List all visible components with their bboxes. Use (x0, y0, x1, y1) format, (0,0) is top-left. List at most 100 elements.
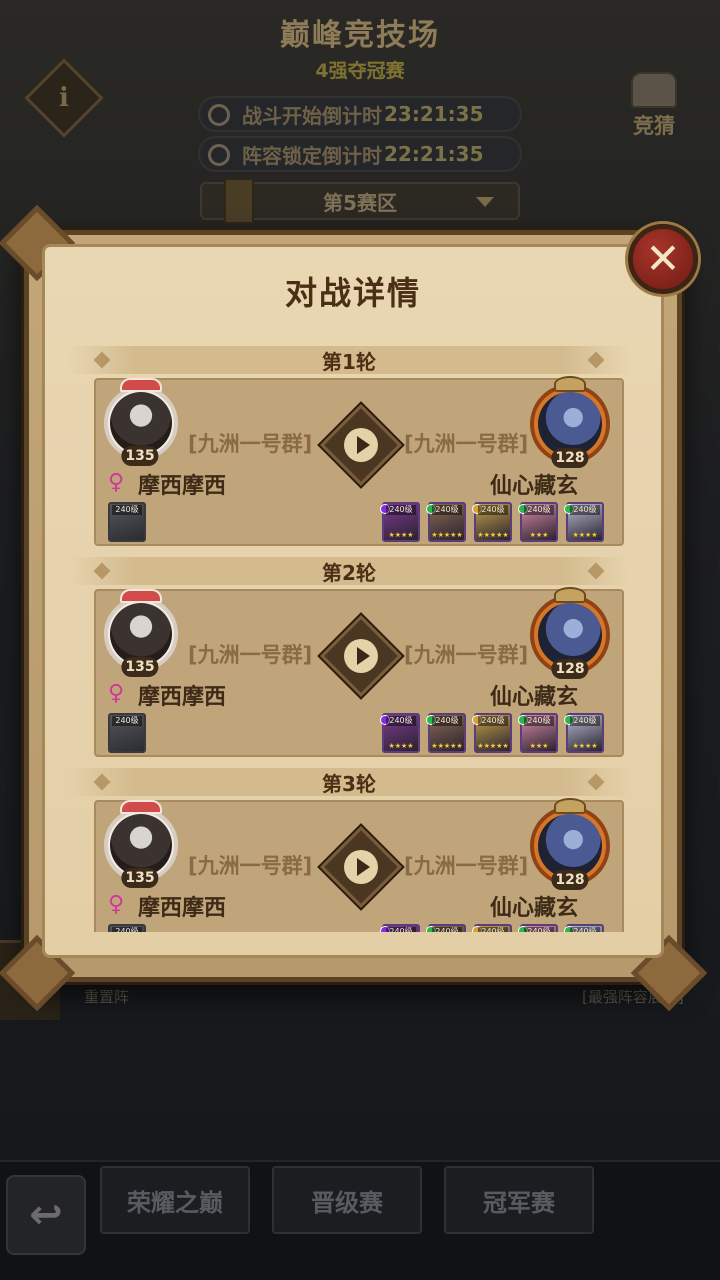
player-level: 128 (551, 659, 589, 679)
hero-stars: ★★★★★ (477, 531, 509, 539)
player-level: 135 (121, 446, 159, 466)
timer-label: 战斗开始倒计时 (242, 103, 382, 128)
timer-label: 阵容锁定倒计时 (242, 143, 382, 168)
round-label: 第1轮 (68, 346, 630, 374)
crown-icon (554, 587, 586, 603)
tab-promotion[interactable]: 晋级赛 (272, 1166, 422, 1234)
player-right-server: [九洲一号群] (404, 854, 529, 878)
player-left-name: 摩西摩西 (138, 474, 227, 499)
player-left-server: [九洲一号群] (188, 643, 313, 667)
guess-label: 竞猜 (633, 114, 675, 138)
hero-portrait[interactable]: 240级 ★★★★ (380, 713, 420, 753)
guess-button[interactable]: 竞猜 (616, 70, 692, 146)
back-button[interactable]: ↩ (6, 1175, 86, 1255)
pet-portrait[interactable]: 240级 (108, 713, 146, 753)
hero-portrait[interactable]: 240级 ★★★ (518, 924, 558, 932)
close-button[interactable]: ✕ (628, 224, 698, 294)
player-left-server: [九洲一号群] (188, 432, 313, 456)
round-section: 第2轮 135 [九洲一号群] [九洲一号群] 128 ♀ 摩西摩西 仙心藏玄 … (68, 551, 630, 762)
battle-start-timer: 战斗开始倒计时 23:21:35 (198, 96, 522, 132)
match-card: 135 [九洲一号群] [九洲一号群] 128 ♀ 摩西摩西 仙心藏玄 240级… (94, 798, 624, 932)
zone-select[interactable]: 第5赛区 (200, 178, 520, 224)
hero-stars: ★★★★★ (477, 742, 509, 750)
hero-portrait[interactable]: 240级 ★★★★ (564, 713, 604, 753)
hero-portrait[interactable]: 240级 ★★★★★ (426, 502, 466, 542)
hero-lineup: 240级 ★★★★ 240级 ★★★★★ 240级 ★★★★★ 240级 ★★★… (380, 924, 604, 932)
clock-icon (208, 144, 230, 166)
hero-stars: ★★★★★ (431, 531, 463, 539)
hero-portrait[interactable]: 240级 ★★★★ (564, 502, 604, 542)
play-icon (344, 428, 378, 462)
back-arrow-icon: ↩ (29, 1192, 63, 1238)
player-level: 128 (551, 448, 589, 468)
match-card: 135 [九洲一号群] [九洲一号群] 128 ♀ 摩西摩西 仙心藏玄 240级… (94, 376, 624, 546)
hero-portrait[interactable]: 240级 ★★★★ (564, 924, 604, 932)
play-icon (344, 850, 378, 884)
crown-icon (120, 378, 162, 392)
player-left-avatar[interactable]: 135 (98, 589, 182, 681)
avatar (538, 603, 602, 667)
player-left-avatar[interactable]: 135 (98, 800, 182, 892)
hero-level: 240级 (386, 927, 416, 932)
hero-portrait[interactable]: 240级 ★★★★★ (426, 713, 466, 753)
pet-level: 240级 (112, 505, 142, 515)
close-icon: ✕ (645, 234, 681, 283)
player-right-avatar[interactable]: 128 (526, 376, 614, 472)
clock-icon (208, 104, 230, 126)
hero-level: 240级 (432, 716, 462, 726)
avatar (538, 392, 602, 456)
hero-stars: ★★★ (529, 742, 549, 750)
hero-portrait[interactable]: 240级 ★★★ (518, 502, 558, 542)
crown-icon (120, 800, 162, 814)
player-left-name: 摩西摩西 (138, 685, 227, 710)
hero-portrait[interactable]: 240级 ★★★★★ (472, 924, 512, 932)
hero-level: 240级 (478, 927, 508, 932)
crown-icon (554, 376, 586, 392)
round-label: 第3轮 (68, 768, 630, 796)
hero-stars: ★★★★ (388, 742, 414, 750)
player-left-name: 摩西摩西 (138, 896, 227, 921)
hero-portrait[interactable]: 240级 ★★★★★ (426, 924, 466, 932)
female-icon: ♀ (108, 470, 125, 495)
avatar (110, 603, 172, 665)
pet-level: 240级 (112, 716, 142, 726)
hero-portrait[interactable]: 240级 ★★★ (518, 713, 558, 753)
player-right-name: 仙心藏玄 (489, 474, 578, 499)
hero-level: 240级 (432, 505, 462, 515)
banner-icon (224, 178, 254, 224)
replay-button[interactable] (319, 825, 403, 909)
hero-portrait[interactable]: 240级 ★★★★ (380, 502, 420, 542)
hero-level: 240级 (570, 505, 600, 515)
pet-portrait[interactable]: 240级 (108, 502, 146, 542)
tab-glory-peak[interactable]: 荣耀之巅 (100, 1166, 250, 1234)
player-level: 128 (551, 870, 589, 890)
female-icon: ♀ (108, 681, 125, 706)
hero-level: 240级 (478, 505, 508, 515)
crown-icon (554, 798, 586, 814)
hero-portrait[interactable]: 240级 ★★★★ (380, 924, 420, 932)
zone-select-value: 第5赛区 (323, 190, 397, 215)
hero-portrait[interactable]: 240级 ★★★★★ (472, 713, 512, 753)
player-right-server: [九洲一号群] (404, 432, 529, 456)
hero-stars: ★★★★★ (431, 742, 463, 750)
modal-title: 对战详情 (284, 274, 421, 312)
hero-level: 240级 (386, 716, 416, 726)
hero-level: 240级 (524, 927, 554, 932)
hero-stars: ★★★★ (388, 531, 414, 539)
player-right-avatar[interactable]: 128 (526, 798, 614, 894)
timer-value: 23:21:35 (384, 102, 484, 126)
hero-portrait[interactable]: 240级 ★★★★★ (472, 502, 512, 542)
replay-button[interactable] (319, 614, 403, 698)
avatar (110, 392, 172, 454)
player-right-avatar[interactable]: 128 (526, 587, 614, 683)
avatar (538, 814, 602, 878)
replay-button[interactable] (319, 403, 403, 487)
hero-stars: ★★★★ (572, 531, 598, 539)
info-icon: i (59, 83, 69, 113)
player-right-name: 仙心藏玄 (489, 896, 578, 921)
rounds-list[interactable]: 第1轮 135 [九洲一号群] [九洲一号群] 128 ♀ 摩西摩西 仙心藏玄 … (68, 340, 630, 932)
player-left-avatar[interactable]: 135 (98, 378, 182, 470)
tab-championship[interactable]: 冠军赛 (444, 1166, 594, 1234)
pet-portrait[interactable]: 240级 (108, 924, 146, 932)
round-label: 第2轮 (68, 557, 630, 585)
